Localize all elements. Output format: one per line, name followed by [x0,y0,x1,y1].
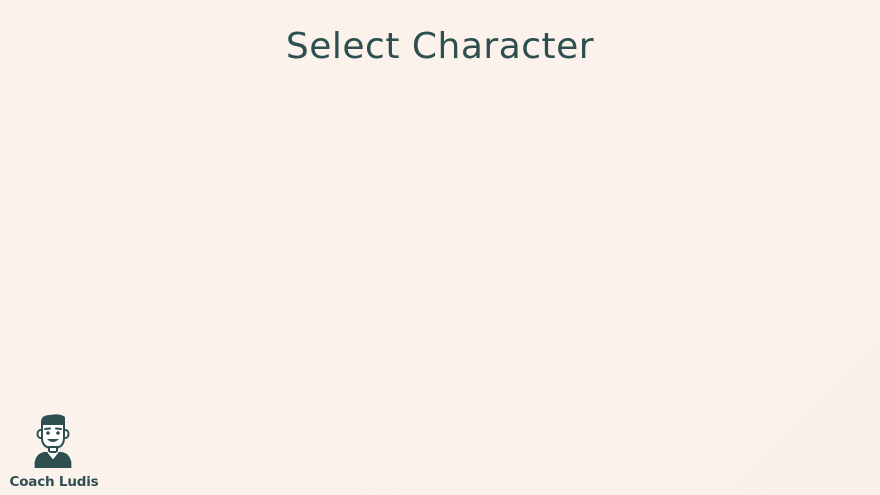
coach-name-label: Coach Ludis [9,474,99,490]
page-title: Select Character [285,26,595,67]
coach-avatar-icon [33,414,73,468]
coach-ludis-button[interactable]: Coach Ludis [6,410,102,492]
character-select-screen: Select Character Coach Ludis [0,0,880,495]
